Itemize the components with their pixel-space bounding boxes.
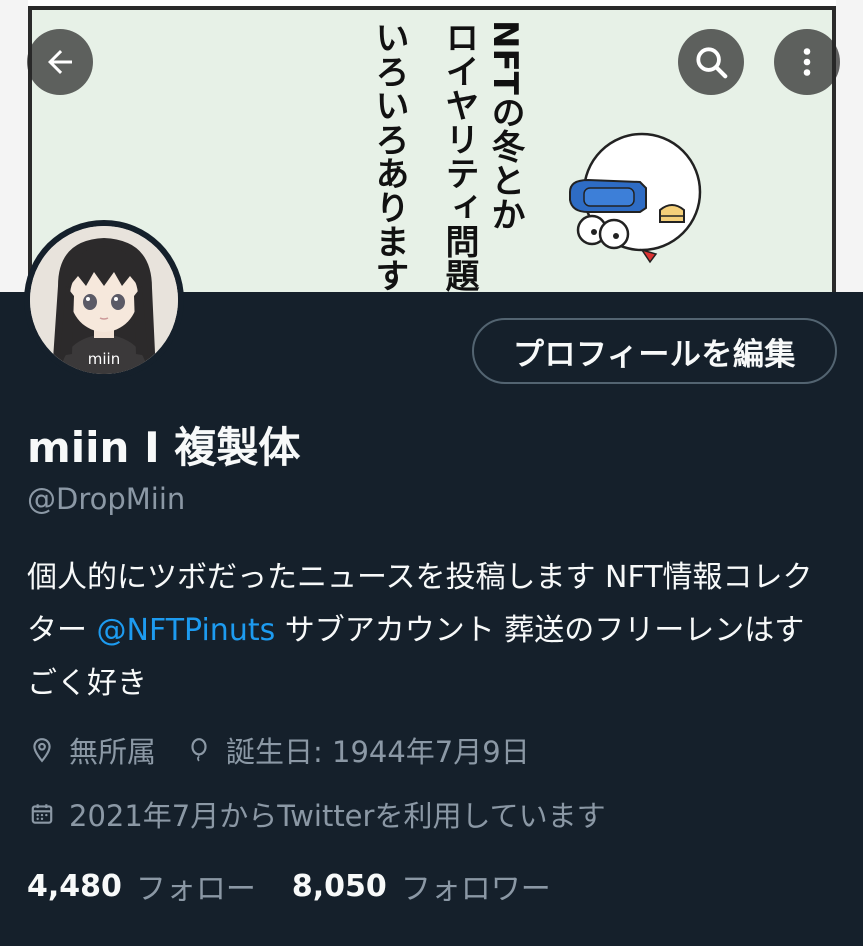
back-arrow-icon: [48, 50, 72, 74]
banner-strip-right: [836, 0, 863, 292]
joined-text: 2021年7月からTwitterを利用しています: [69, 799, 606, 833]
bio-mention-link[interactable]: @NFTPinuts: [97, 613, 276, 648]
profile-bio: 個人的にツボだったニュースを投稿します NFT情報コレクター @NFTPinut…: [27, 551, 827, 710]
more-options-button[interactable]: [774, 29, 840, 95]
manga-character-illustration: [569, 132, 702, 264]
manga-text-line-2: ロイヤリティ問題とか: [439, 20, 479, 292]
location-pin-icon: [27, 735, 57, 765]
joined-item: 2021年7月からTwitterを利用しています: [27, 793, 606, 835]
avatar-image: miin: [30, 226, 178, 374]
following-label: フォロー: [135, 872, 256, 907]
search-button[interactable]: [678, 29, 744, 95]
follow-stats: 4,480 フォロー 8,050 フォロワー: [27, 864, 587, 908]
birthday-item: 誕生日: 1944年7月9日: [184, 729, 530, 771]
followers-label: フォロワー: [400, 872, 551, 907]
back-button[interactable]: [27, 29, 93, 95]
balloon-icon: [184, 735, 214, 765]
avatar-shirt-text: miin: [88, 350, 120, 368]
calendar-icon: [27, 799, 57, 829]
following-link[interactable]: 4,480 フォロー: [27, 864, 256, 908]
following-count: 4,480: [27, 868, 122, 904]
followers-count: 8,050: [291, 868, 387, 904]
more-vertical-icon: [803, 48, 811, 76]
profile-meta-row: 無所属 誕生日: 1944年7月9日: [27, 729, 558, 771]
joined-row: 2021年7月からTwitterを利用しています: [27, 793, 634, 835]
avatar-illustration: miin: [30, 226, 178, 374]
location-text: 無所属: [69, 735, 157, 769]
banner-strip-left: [0, 0, 28, 292]
manga-text-line-1: NFTの冬とか: [485, 20, 525, 231]
location-item: 無所属: [27, 729, 156, 771]
handle: @DropMiin: [27, 482, 186, 516]
search-icon: [696, 47, 728, 79]
edit-profile-button[interactable]: プロフィールを編集: [472, 318, 837, 384]
manga-text-line-3: いろいろありますなぁ: [369, 20, 409, 292]
avatar[interactable]: miin: [24, 220, 184, 380]
followers-link[interactable]: 8,050 フォロワー: [292, 864, 551, 908]
display-name: miin I 複製体: [27, 423, 301, 472]
birthday-text: 誕生日: 1944年7月9日: [226, 735, 530, 769]
